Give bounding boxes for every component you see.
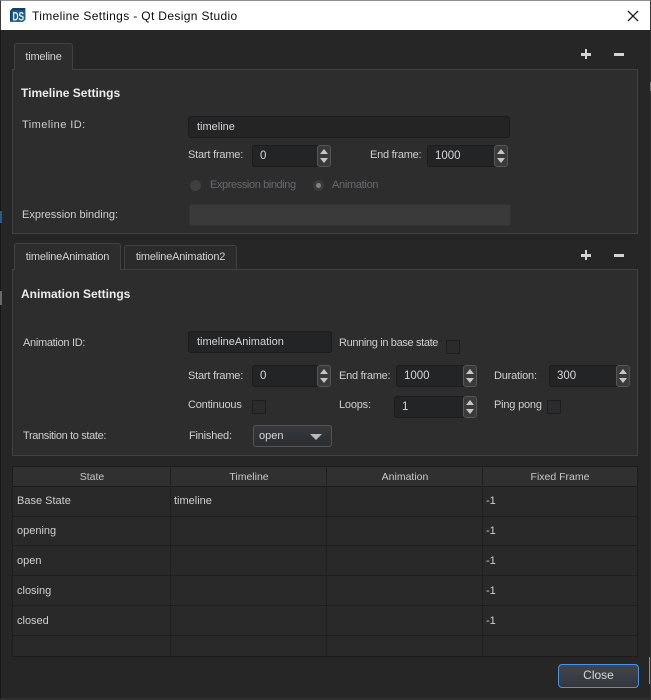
svg-text:DS: DS: [13, 11, 25, 23]
